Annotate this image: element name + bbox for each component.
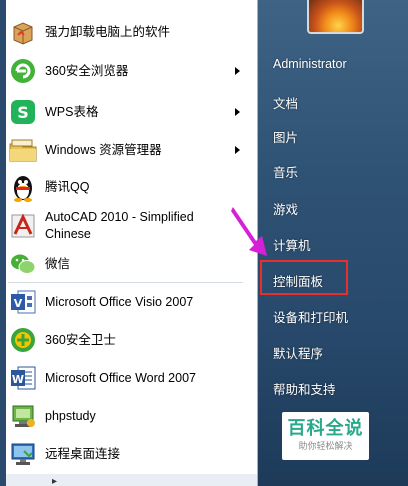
program-label-line-1: AutoCAD 2010 - Simplified bbox=[45, 210, 194, 224]
program-label: Windows 资源管理器 bbox=[45, 142, 162, 157]
wps-spreadsheet-icon: S bbox=[7, 96, 39, 128]
program-item-visio[interactable]: V Microsoft Office Visio 2007 bbox=[0, 284, 251, 320]
watermark-title: 百科全说 bbox=[287, 418, 364, 438]
remote-desktop-icon bbox=[7, 438, 39, 470]
program-label: 远程桌面连接 bbox=[45, 446, 121, 461]
program-item-remote-desktop[interactable]: 远程桌面连接 bbox=[0, 436, 251, 472]
control-panel-highlight-box bbox=[260, 260, 348, 295]
places-item-games[interactable]: 游戏 bbox=[273, 199, 298, 218]
program-label: 强力卸载电脑上的软件 bbox=[45, 24, 171, 39]
program-label: Microsoft Office Word 2007 bbox=[45, 370, 196, 385]
submenu-arrow-icon[interactable] bbox=[235, 146, 240, 154]
pinned-separator bbox=[8, 282, 243, 283]
submenu-arrow-icon[interactable] bbox=[235, 67, 240, 75]
svg-text:V: V bbox=[14, 297, 23, 310]
wechat-icon bbox=[7, 248, 39, 280]
pointer-arrow-icon bbox=[231, 207, 267, 256]
program-item-windows-explorer[interactable]: Windows 资源管理器 bbox=[0, 132, 251, 168]
word-icon: W bbox=[7, 362, 39, 394]
program-item-360-browser[interactable]: 360安全浏览器 bbox=[0, 53, 251, 89]
program-label: 微信 bbox=[45, 256, 71, 271]
program-label-line-2: Chinese bbox=[45, 227, 91, 241]
program-label: 腾讯QQ bbox=[45, 179, 90, 194]
places-item-help-support[interactable]: 帮助和支持 bbox=[273, 379, 336, 398]
places-item-pictures[interactable]: 图片 bbox=[273, 127, 298, 146]
uninstall-box-icon bbox=[7, 16, 39, 48]
start-menu: ▸ 强力卸载电脑上的软件 360安全浏览器 S WPS表格 Windows 资源… bbox=[0, 0, 408, 486]
program-item-phpstudy[interactable]: phpstudy bbox=[0, 398, 251, 434]
360-safeguard-icon bbox=[7, 324, 39, 356]
all-programs-arrow[interactable]: ▸ bbox=[52, 476, 57, 486]
program-label: AutoCAD 2010 - Simplified Chinese bbox=[45, 209, 194, 243]
places-item-administrator[interactable]: Administrator bbox=[273, 57, 347, 71]
all-programs-strip[interactable] bbox=[6, 474, 257, 486]
phpstudy-icon bbox=[7, 400, 39, 432]
folder-explorer-icon bbox=[7, 134, 39, 166]
qq-penguin-icon bbox=[7, 171, 39, 203]
places-item-devices-printers[interactable]: 设备和打印机 bbox=[273, 307, 348, 326]
visio-icon: V bbox=[7, 286, 39, 318]
svg-text:S: S bbox=[17, 103, 29, 122]
places-item-default-programs[interactable]: 默认程序 bbox=[273, 343, 323, 362]
places-item-music[interactable]: 音乐 bbox=[273, 162, 298, 181]
svg-text:W: W bbox=[12, 373, 24, 386]
program-label: 360安全浏览器 bbox=[45, 63, 129, 78]
program-item-wps-spreadsheet[interactable]: S WPS表格 bbox=[0, 94, 251, 130]
program-item-uninstaller[interactable]: 强力卸载电脑上的软件 bbox=[0, 14, 251, 50]
submenu-arrow-icon[interactable] bbox=[235, 108, 240, 116]
program-label: 360安全卫士 bbox=[45, 332, 116, 347]
places-item-computer[interactable]: 计算机 bbox=[273, 235, 311, 254]
program-item-word[interactable]: W Microsoft Office Word 2007 bbox=[0, 360, 251, 396]
program-item-wechat[interactable]: 微信 bbox=[0, 246, 251, 282]
program-item-autocad[interactable]: AutoCAD 2010 - Simplified Chinese bbox=[0, 208, 251, 244]
program-item-qq[interactable]: 腾讯QQ bbox=[0, 169, 251, 205]
user-avatar-flower-icon[interactable] bbox=[307, 0, 364, 34]
program-item-360-safeguard[interactable]: 360安全卫士 bbox=[0, 322, 251, 358]
watermark-subtitle: 助你轻松解决 bbox=[298, 441, 353, 451]
program-label: WPS表格 bbox=[45, 104, 99, 119]
autocad-icon bbox=[7, 210, 39, 242]
places-item-documents[interactable]: 文档 bbox=[273, 93, 298, 112]
baike-watermark-logo: 百科全说 助你轻松解决 bbox=[282, 412, 369, 460]
360-browser-icon bbox=[7, 55, 39, 87]
program-label: phpstudy bbox=[45, 408, 96, 423]
program-label: Microsoft Office Visio 2007 bbox=[45, 294, 194, 309]
